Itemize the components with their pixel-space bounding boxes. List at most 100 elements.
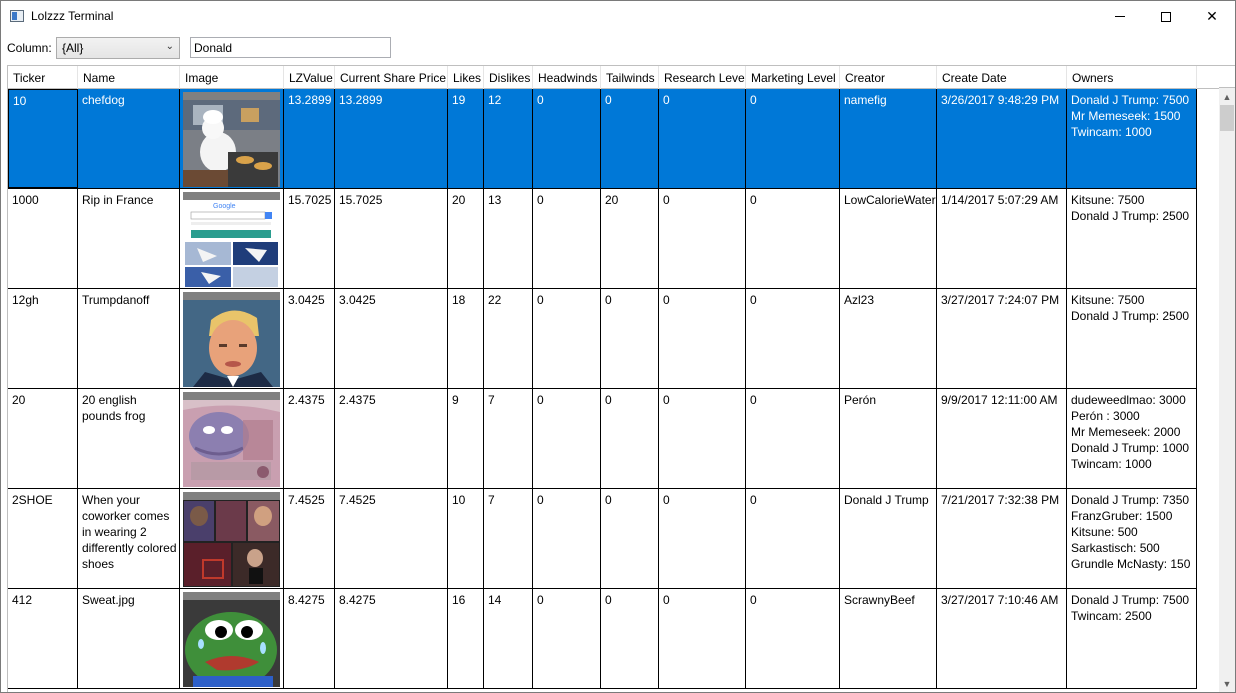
cell-lzvalue[interactable]: 3.0425 [284,289,335,388]
cell-headwinds[interactable]: 0 [533,189,601,288]
cell-research-level[interactable]: 0 [659,489,746,588]
scroll-up-icon[interactable]: ▲ [1219,88,1235,105]
column-header-ticker[interactable]: Ticker [8,66,78,89]
cell-name[interactable]: Rip in France [78,189,180,288]
cell-image[interactable] [180,589,284,688]
column-header-likes[interactable]: Likes [448,66,484,89]
cell-headwinds[interactable]: 0 [533,389,601,488]
maximize-button[interactable] [1143,1,1189,32]
cell-marketing-level[interactable]: 0 [746,189,840,288]
cell-creator[interactable]: Azl23 [840,289,937,388]
cell-owners[interactable]: Donald J Trump: 7500 Mr Memeseek: 1500 Twi… [1067,89,1197,188]
cell-owners[interactable]: Donald J Trump: 7500 Twincam: 2500 [1067,589,1197,688]
search-box[interactable] [190,37,391,58]
column-header-owners[interactable]: Owners [1067,66,1197,89]
cell-owners[interactable]: Kitsune: 7500 Donald J Trump: 2500 [1067,189,1197,288]
cell-image[interactable] [180,289,284,388]
cell-dislikes[interactable]: 7 [484,489,533,588]
cell-marketing-level[interactable]: 0 [746,389,840,488]
cell-owners[interactable]: dudeweedlmao: 3000 Perón : 3000 Mr Memesee… [1067,389,1197,488]
cell-ticker[interactable]: 2SHOE [8,489,78,588]
column-header-marketing-level[interactable]: Marketing Level [746,66,840,89]
cell-create-date[interactable]: 1/14/2017 5:07:29 AM [937,189,1067,288]
column-header-image[interactable]: Image [180,66,284,89]
cell-likes[interactable]: 10 [448,489,484,588]
cell-research-level[interactable]: 0 [659,589,746,688]
cell-create-date[interactable]: 3/27/2017 7:10:46 AM [937,589,1067,688]
cell-tailwinds[interactable]: 0 [601,589,659,688]
cell-likes[interactable]: 18 [448,289,484,388]
cell-image[interactable] [180,89,284,188]
cell-name[interactable]: When your coworker comes in wearing 2 di… [78,489,180,588]
cell-create-date[interactable]: 7/21/2017 7:32:38 PM [937,489,1067,588]
close-button[interactable]: ✕ [1189,1,1235,32]
cell-share-price[interactable]: 3.0425 [335,289,448,388]
column-header-tailwinds[interactable]: Tailwinds [601,66,659,89]
cell-share-price[interactable]: 8.4275 [335,589,448,688]
cell-ticker[interactable]: 1000 [8,189,78,288]
cell-headwinds[interactable]: 0 [533,89,601,188]
scrollbar-thumb[interactable] [1220,105,1234,131]
cell-marketing-level[interactable]: 0 [746,89,840,188]
minimize-button[interactable] [1097,1,1143,32]
column-select[interactable]: {All} ⌄ [56,37,180,59]
cell-creator[interactable]: Donald J Trump [840,489,937,588]
cell-likes[interactable]: 16 [448,589,484,688]
cell-share-price[interactable]: 13.2899 [335,89,448,188]
cell-share-price[interactable]: 7.4525 [335,489,448,588]
cell-lzvalue[interactable]: 2.4375 [284,389,335,488]
cell-ticker[interactable]: 12gh [8,289,78,388]
cell-image[interactable] [180,489,284,588]
table-row[interactable]: 2SHOE When your coworker comes in wearing… [8,489,1197,589]
cell-research-level[interactable]: 0 [659,189,746,288]
table-row[interactable]: 412 Sweat.jpg 8.4275 8.4275 16 14 0 0 0 0 ScrawnyB… [8,589,1197,689]
cell-tailwinds[interactable]: 0 [601,289,659,388]
cell-share-price[interactable]: 15.7025 [335,189,448,288]
cell-marketing-level[interactable]: 0 [746,289,840,388]
cell-dislikes[interactable]: 13 [484,189,533,288]
cell-tailwinds[interactable]: 0 [601,489,659,588]
cell-ticker[interactable]: 10 [8,89,78,188]
table-row[interactable]: 1000 Rip in France Google 15.7025 15.7025 20 1… [8,189,1197,289]
scroll-down-icon[interactable]: ▼ [1219,675,1235,692]
cell-creator[interactable]: LowCalorieWater [840,189,937,288]
table-row[interactable]: 12gh Trumpdanoff 3.0425 3.0425 18 22 0 0 0 0 Azl23… [8,289,1197,389]
cell-lzvalue[interactable]: 7.4525 [284,489,335,588]
column-header-create-date[interactable]: Create Date [937,66,1067,89]
column-header-research-level[interactable]: Research Level [659,66,746,89]
cell-tailwinds[interactable]: 20 [601,189,659,288]
vertical-scrollbar[interactable]: ▲ ▼ [1219,88,1235,692]
cell-name[interactable]: Sweat.jpg [78,589,180,688]
cell-likes[interactable]: 9 [448,389,484,488]
cell-create-date[interactable]: 9/9/2017 12:11:00 AM [937,389,1067,488]
cell-name[interactable]: 20 english pounds frog [78,389,180,488]
cell-name[interactable]: Trumpdanoff [78,289,180,388]
table-row[interactable]: 10 chefdog 13.2899 13.2899 19 12 0 0 0 0 namefig 3/… [8,89,1197,189]
cell-name[interactable]: chefdog [78,89,180,188]
cell-owners[interactable]: Donald J Trump: 7350 FranzGruber: 1500 Kit… [1067,489,1197,588]
cell-dislikes[interactable]: 14 [484,589,533,688]
cell-likes[interactable]: 20 [448,189,484,288]
column-header-creator[interactable]: Creator [840,66,937,89]
cell-share-price[interactable]: 2.4375 [335,389,448,488]
cell-create-date[interactable]: 3/27/2017 7:24:07 PM [937,289,1067,388]
cell-ticker[interactable]: 20 [8,389,78,488]
cell-ticker[interactable]: 412 [8,589,78,688]
cell-marketing-level[interactable]: 0 [746,589,840,688]
cell-owners[interactable]: Kitsune: 7500 Donald J Trump: 2500 [1067,289,1197,388]
cell-dislikes[interactable]: 7 [484,389,533,488]
column-header-lzvalue[interactable]: LZValue [284,66,335,89]
column-header-share-price[interactable]: Current Share Price [335,66,448,89]
cell-creator[interactable]: namefig [840,89,937,188]
cell-likes[interactable]: 19 [448,89,484,188]
cell-headwinds[interactable]: 0 [533,489,601,588]
cell-creator[interactable]: Perón [840,389,937,488]
column-header-dislikes[interactable]: Dislikes [484,66,533,89]
table-row[interactable]: 20 20 english pounds frog 2.4375 2.4375 9 7 0 0… [8,389,1197,489]
cell-headwinds[interactable]: 0 [533,589,601,688]
cell-image[interactable]: Google [180,189,284,288]
column-header-name[interactable]: Name [78,66,180,89]
cell-image[interactable] [180,389,284,488]
search-input[interactable] [191,38,390,57]
column-header-headwinds[interactable]: Headwinds [533,66,601,89]
